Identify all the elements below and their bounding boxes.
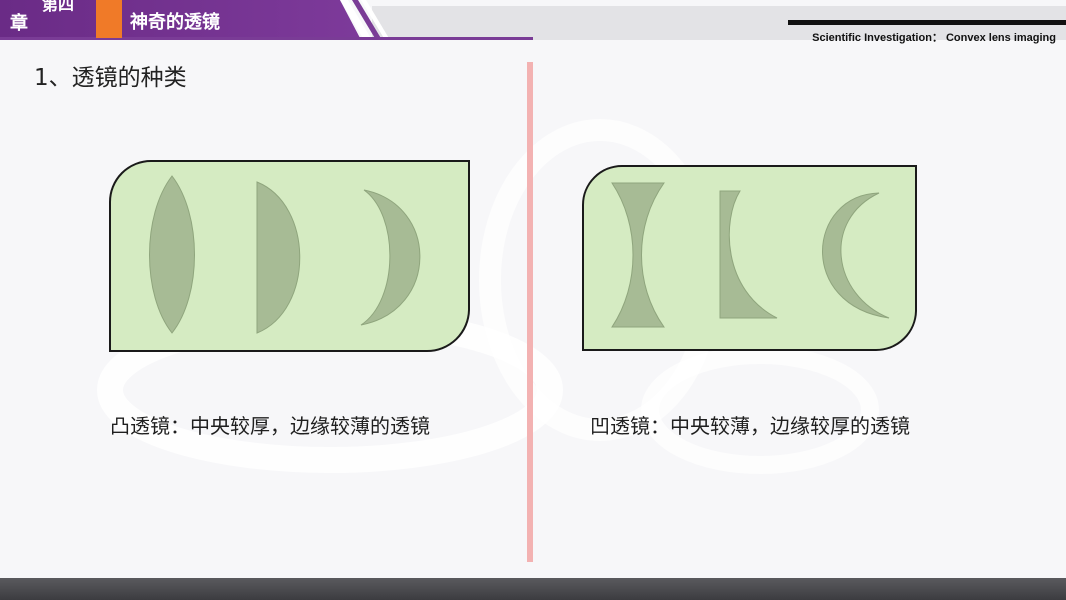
slide: 第四 章 神奇的透镜 Scientific Investigation： Con… (0, 0, 1066, 600)
convex-lens-panel (109, 160, 470, 352)
center-divider (527, 62, 533, 562)
header-purple-underline (0, 37, 533, 40)
concave-lens-caption: 凹透镜：中央较薄，边缘较厚的透镜 (590, 414, 910, 438)
chapter-label-line1: 第四 (42, 0, 75, 14)
lesson-subtitle: Scientific Investigation： Convex lens im… (812, 32, 1056, 44)
header-diagonal-stripes (340, 0, 390, 40)
convex-lens-caption: 凸透镜：中央较厚，边缘较薄的透镜 (110, 414, 430, 438)
footer-bar (0, 578, 1066, 600)
header-orange-block (96, 0, 122, 38)
section-title: 1、透镜的种类 (34, 65, 187, 91)
lesson-title: 神奇的透镜 (130, 12, 220, 33)
header-black-rule (788, 20, 1066, 25)
chapter-label-line2: 章 (10, 13, 28, 34)
concave-lens-panel (582, 165, 917, 351)
